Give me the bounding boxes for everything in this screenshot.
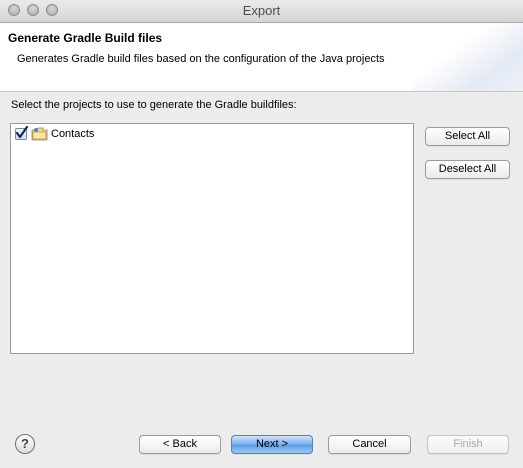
page-title: Generate Gradle Build files <box>8 31 163 45</box>
wizard-header: Generate Gradle Build files Generates Gr… <box>0 23 523 92</box>
window-title: Export <box>242 3 281 18</box>
title-bar[interactable]: Export <box>0 0 523 23</box>
select-all-button[interactable]: Select All <box>425 127 510 146</box>
list-item[interactable]: Contacts <box>15 126 94 142</box>
deselect-all-button[interactable]: Deselect All <box>425 160 510 179</box>
next-button[interactable]: Next > <box>231 435 313 454</box>
project-label: Contacts <box>51 128 95 140</box>
help-icon[interactable]: ? <box>15 434 35 454</box>
export-dialog: Export Generate Gradle Build files Gener… <box>0 0 523 468</box>
projects-list[interactable]: Contacts <box>10 123 414 354</box>
cancel-button[interactable]: Cancel <box>328 435 411 454</box>
header-decoration <box>402 23 523 91</box>
page-description: Generates Gradle build files based on th… <box>17 53 385 65</box>
finish-button[interactable]: Finish <box>427 435 509 454</box>
java-project-folder-icon <box>31 127 49 141</box>
project-checkbox[interactable] <box>15 126 29 140</box>
projects-prompt: Select the projects to use to generate t… <box>11 99 297 111</box>
checkmark-icon <box>15 126 29 139</box>
back-button[interactable]: < Back <box>139 435 221 454</box>
